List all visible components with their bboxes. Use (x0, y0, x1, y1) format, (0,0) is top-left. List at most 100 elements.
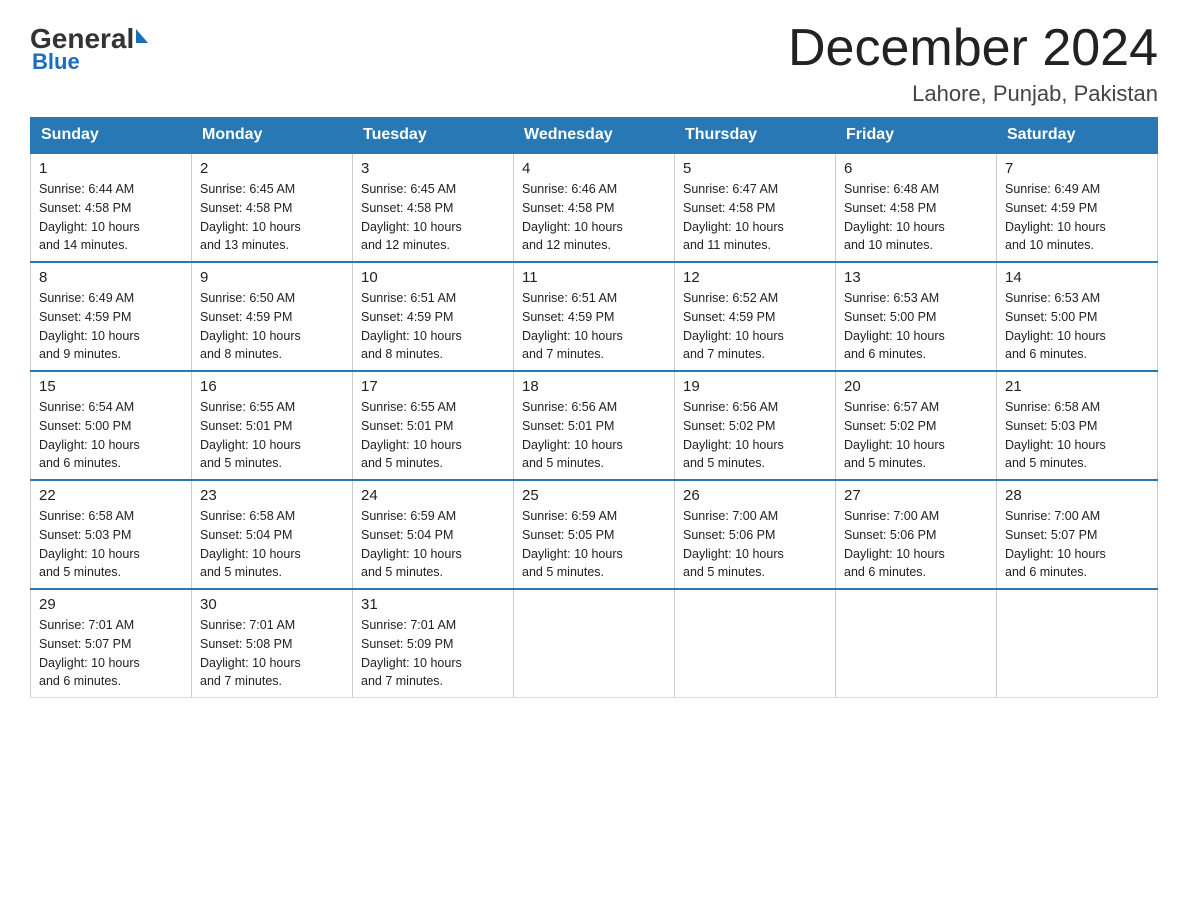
day-number: 30 (200, 596, 344, 613)
calendar-cell: 31Sunrise: 7:01 AMSunset: 5:09 PMDayligh… (353, 589, 514, 698)
day-info: Sunrise: 7:01 AMSunset: 5:08 PMDaylight:… (200, 616, 344, 691)
weekday-header-monday: Monday (192, 118, 353, 154)
weekday-header-thursday: Thursday (675, 118, 836, 154)
day-number: 10 (361, 269, 505, 286)
day-number: 20 (844, 378, 988, 395)
day-info: Sunrise: 6:53 AMSunset: 5:00 PMDaylight:… (844, 289, 988, 364)
day-number: 16 (200, 378, 344, 395)
title-area: December 2024 Lahore, Punjab, Pakistan (788, 20, 1158, 107)
day-info: Sunrise: 6:54 AMSunset: 5:00 PMDaylight:… (39, 398, 183, 473)
weekday-header-sunday: Sunday (31, 118, 192, 154)
calendar-cell: 5 Sunrise: 6:47 AMSunset: 4:58 PMDaylight… (675, 153, 836, 262)
day-number: 14 (1005, 269, 1149, 286)
week-row-2: 8Sunrise: 6:49 AMSunset: 4:59 PMDaylight… (31, 262, 1158, 371)
day-info: Sunrise: 6:48 AMSunset: 4:58 PMDaylight:… (844, 180, 988, 255)
calendar-cell: 29 Sunrise: 7:01 AMSunset: 5:07 PMDayligh… (31, 589, 192, 698)
calendar-cell: 8Sunrise: 6:49 AMSunset: 4:59 PMDaylight… (31, 262, 192, 371)
day-info: Sunrise: 6:46 AMSunset: 4:58 PMDaylight:… (522, 180, 666, 255)
day-number: 12 (683, 269, 827, 286)
page-header: General Blue December 2024 Lahore, Punja… (30, 20, 1158, 107)
day-number: 2 (200, 160, 344, 177)
day-number: 3 (361, 160, 505, 177)
calendar-cell: 26 Sunrise: 7:00 AMSunset: 5:06 PMDayligh… (675, 480, 836, 589)
day-number: 21 (1005, 378, 1149, 395)
day-number: 26 (683, 487, 827, 504)
calendar-cell: 7 Sunrise: 6:49 AMSunset: 4:59 PMDaylight… (997, 153, 1158, 262)
calendar-cell (675, 589, 836, 698)
logo-triangle-icon (136, 29, 148, 43)
weekday-header-tuesday: Tuesday (353, 118, 514, 154)
day-number: 25 (522, 487, 666, 504)
day-number: 28 (1005, 487, 1149, 504)
day-number: 15 (39, 378, 183, 395)
calendar-cell: 24 Sunrise: 6:59 AMSunset: 5:04 PMDayligh… (353, 480, 514, 589)
weekday-header-friday: Friday (836, 118, 997, 154)
day-info: Sunrise: 6:47 AMSunset: 4:58 PMDaylight:… (683, 180, 827, 255)
day-info: Sunrise: 6:50 AMSunset: 4:59 PMDaylight:… (200, 289, 344, 364)
calendar-subtitle: Lahore, Punjab, Pakistan (788, 81, 1158, 107)
calendar-cell: 25 Sunrise: 6:59 AMSunset: 5:05 PMDayligh… (514, 480, 675, 589)
day-number: 29 (39, 596, 183, 613)
week-row-1: 1Sunrise: 6:44 AMSunset: 4:58 PMDaylight… (31, 153, 1158, 262)
calendar-cell: 11Sunrise: 6:51 AMSunset: 4:59 PMDayligh… (514, 262, 675, 371)
calendar-cell: 1Sunrise: 6:44 AMSunset: 4:58 PMDaylight… (31, 153, 192, 262)
day-info: Sunrise: 6:49 AMSunset: 4:59 PMDaylight:… (1005, 180, 1149, 255)
calendar-cell: 9 Sunrise: 6:50 AMSunset: 4:59 PMDaylight… (192, 262, 353, 371)
day-info: Sunrise: 6:55 AMSunset: 5:01 PMDaylight:… (200, 398, 344, 473)
day-info: Sunrise: 6:51 AMSunset: 4:59 PMDaylight:… (522, 289, 666, 364)
weekday-header-saturday: Saturday (997, 118, 1158, 154)
day-info: Sunrise: 6:52 AMSunset: 4:59 PMDaylight:… (683, 289, 827, 364)
calendar-cell: 21 Sunrise: 6:58 AMSunset: 5:03 PMDayligh… (997, 371, 1158, 480)
logo: General Blue (30, 20, 148, 75)
day-info: Sunrise: 6:55 AMSunset: 5:01 PMDaylight:… (361, 398, 505, 473)
calendar-cell: 30 Sunrise: 7:01 AMSunset: 5:08 PMDayligh… (192, 589, 353, 698)
day-info: Sunrise: 6:58 AMSunset: 5:03 PMDaylight:… (1005, 398, 1149, 473)
calendar-cell: 17 Sunrise: 6:55 AMSunset: 5:01 PMDayligh… (353, 371, 514, 480)
day-number: 7 (1005, 160, 1149, 177)
week-row-4: 22Sunrise: 6:58 AMSunset: 5:03 PMDayligh… (31, 480, 1158, 589)
day-number: 23 (200, 487, 344, 504)
day-number: 27 (844, 487, 988, 504)
day-number: 18 (522, 378, 666, 395)
day-info: Sunrise: 6:58 AMSunset: 5:04 PMDaylight:… (200, 507, 344, 582)
calendar-table: SundayMondayTuesdayWednesdayThursdayFrid… (30, 117, 1158, 698)
day-info: Sunrise: 6:58 AMSunset: 5:03 PMDaylight:… (39, 507, 183, 582)
weekday-header-wednesday: Wednesday (514, 118, 675, 154)
calendar-cell: 22Sunrise: 6:58 AMSunset: 5:03 PMDayligh… (31, 480, 192, 589)
day-number: 9 (200, 269, 344, 286)
day-info: Sunrise: 6:45 AMSunset: 4:58 PMDaylight:… (361, 180, 505, 255)
day-info: Sunrise: 7:00 AMSunset: 5:06 PMDaylight:… (683, 507, 827, 582)
calendar-cell: 12 Sunrise: 6:52 AMSunset: 4:59 PMDayligh… (675, 262, 836, 371)
weekday-header-row: SundayMondayTuesdayWednesdayThursdayFrid… (31, 118, 1158, 154)
day-number: 1 (39, 160, 183, 177)
day-number: 8 (39, 269, 183, 286)
day-number: 5 (683, 160, 827, 177)
day-info: Sunrise: 7:00 AMSunset: 5:07 PMDaylight:… (1005, 507, 1149, 582)
day-info: Sunrise: 6:56 AMSunset: 5:01 PMDaylight:… (522, 398, 666, 473)
calendar-cell: 10Sunrise: 6:51 AMSunset: 4:59 PMDayligh… (353, 262, 514, 371)
day-info: Sunrise: 6:57 AMSunset: 5:02 PMDaylight:… (844, 398, 988, 473)
calendar-cell (836, 589, 997, 698)
day-info: Sunrise: 7:00 AMSunset: 5:06 PMDaylight:… (844, 507, 988, 582)
day-info: Sunrise: 6:59 AMSunset: 5:05 PMDaylight:… (522, 507, 666, 582)
day-number: 13 (844, 269, 988, 286)
day-info: Sunrise: 7:01 AMSunset: 5:07 PMDaylight:… (39, 616, 183, 691)
day-number: 31 (361, 596, 505, 613)
calendar-cell: 23 Sunrise: 6:58 AMSunset: 5:04 PMDayligh… (192, 480, 353, 589)
day-number: 24 (361, 487, 505, 504)
calendar-cell: 27 Sunrise: 7:00 AMSunset: 5:06 PMDayligh… (836, 480, 997, 589)
day-info: Sunrise: 6:53 AMSunset: 5:00 PMDaylight:… (1005, 289, 1149, 364)
day-info: Sunrise: 6:59 AMSunset: 5:04 PMDaylight:… (361, 507, 505, 582)
calendar-title: December 2024 (788, 20, 1158, 77)
calendar-cell (514, 589, 675, 698)
day-number: 17 (361, 378, 505, 395)
calendar-cell: 3 Sunrise: 6:45 AMSunset: 4:58 PMDaylight… (353, 153, 514, 262)
day-number: 19 (683, 378, 827, 395)
calendar-cell: 13 Sunrise: 6:53 AMSunset: 5:00 PMDayligh… (836, 262, 997, 371)
calendar-cell: 15 Sunrise: 6:54 AMSunset: 5:00 PMDayligh… (31, 371, 192, 480)
calendar-cell: 28 Sunrise: 7:00 AMSunset: 5:07 PMDayligh… (997, 480, 1158, 589)
calendar-cell: 4Sunrise: 6:46 AMSunset: 4:58 PMDaylight… (514, 153, 675, 262)
calendar-cell: 20 Sunrise: 6:57 AMSunset: 5:02 PMDayligh… (836, 371, 997, 480)
day-info: Sunrise: 6:45 AMSunset: 4:58 PMDaylight:… (200, 180, 344, 255)
calendar-cell: 19Sunrise: 6:56 AMSunset: 5:02 PMDayligh… (675, 371, 836, 480)
